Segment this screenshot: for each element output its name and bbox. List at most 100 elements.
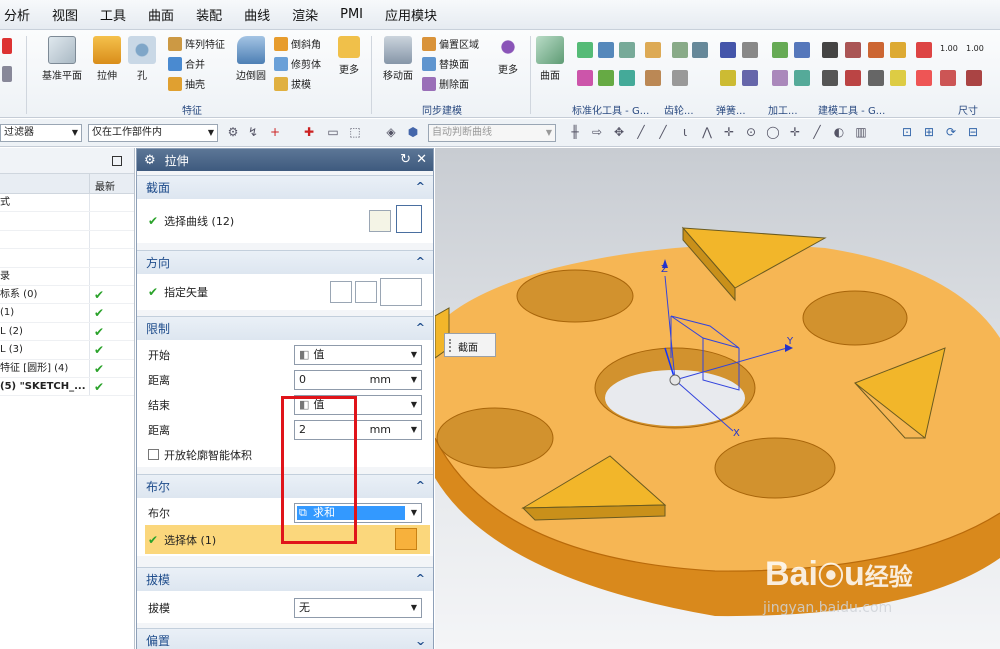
scope-filter-select[interactable]: 仅在工作部件内 ▼ — [88, 124, 218, 142]
gc-tool-4-icon[interactable] — [577, 70, 593, 86]
navigator-row[interactable] — [0, 249, 134, 268]
maximize-icon[interactable] — [112, 156, 122, 166]
shell-button[interactable]: 抽壳 — [168, 76, 205, 91]
start-type-select[interactable]: ◧ 值 ▼ — [294, 344, 422, 365]
vector-type-select[interactable] — [380, 278, 422, 306]
navigator-row[interactable]: 录 — [0, 267, 134, 286]
snap-line-icon[interactable]: ╱ — [634, 125, 648, 139]
snap-end-icon[interactable]: ╫ — [568, 125, 582, 139]
snap-face-icon[interactable]: ▥ — [854, 125, 868, 139]
gc-tool-6-icon[interactable] — [619, 70, 635, 86]
curve-rule-select[interactable]: 自动判断曲线 ▼ — [428, 124, 556, 142]
edge-blend-button[interactable]: 边倒圆 — [232, 36, 270, 82]
snap-tangent-icon[interactable]: ╱ — [656, 125, 670, 139]
more-sync-button[interactable]: 更多 — [494, 36, 522, 76]
snap-point-on-curve-icon[interactable]: ✛ — [788, 125, 802, 139]
menu-assembly[interactable]: 装配 — [196, 5, 222, 24]
trim-body-button[interactable]: 修剪体 — [274, 56, 321, 71]
navigator-row[interactable]: 特征 [圆形] (4) ✔ — [0, 359, 134, 378]
select-mode-icon[interactable]: ↯ — [246, 125, 260, 139]
snap-quadrant-icon[interactable]: ◯ — [766, 125, 780, 139]
chevron-down-icon[interactable]: ▼ — [411, 421, 417, 439]
offset-region-button[interactable]: 偏置区域 — [422, 36, 479, 51]
more-features-button[interactable]: 更多 — [336, 36, 362, 76]
close-icon[interactable]: ✕ — [416, 152, 427, 167]
navigator-row[interactable] — [0, 212, 134, 231]
machining-tool-4-icon[interactable] — [794, 70, 810, 86]
gear-icon[interactable]: ⚙ — [144, 153, 156, 168]
menu-surface[interactable]: 曲面 — [148, 5, 174, 24]
curve-section-icon[interactable] — [396, 205, 422, 233]
fit-view-icon[interactable]: ⊡ — [900, 125, 914, 139]
menu-view[interactable]: 视图 — [52, 5, 78, 24]
gc-tool-1-icon[interactable] — [577, 42, 593, 58]
dimension-tool-2-icon[interactable] — [916, 70, 932, 86]
surface-button[interactable]: 曲面 — [536, 36, 564, 82]
extrude-button[interactable]: 拉伸 — [90, 36, 124, 82]
render-style-icon[interactable]: ⊟ — [966, 125, 980, 139]
modeling-tool-3-icon[interactable] — [868, 42, 884, 58]
draft-button[interactable]: 拔模 — [274, 76, 311, 91]
navigator-row[interactable]: (1) ✔ — [0, 304, 134, 323]
snap-center-icon[interactable]: ⊙ — [744, 125, 758, 139]
part-model[interactable]: Z Y X — [435, 148, 1000, 649]
section-header[interactable]: 截面 ^ — [137, 175, 433, 199]
machining-tool-1-icon[interactable] — [772, 42, 788, 58]
menu-pmi[interactable]: PMI — [340, 7, 363, 22]
replace-face-button[interactable]: 替换面 — [422, 56, 469, 71]
spring-tool-2-icon[interactable] — [742, 42, 758, 58]
gear-tool-3-icon[interactable] — [672, 70, 688, 86]
menu-render[interactable]: 渲染 — [292, 5, 318, 24]
navigator-row[interactable]: L (2) ✔ — [0, 322, 134, 342]
curve-icon[interactable] — [2, 66, 12, 82]
collapse-caret-icon[interactable]: ^ — [416, 572, 425, 585]
type-filter-select[interactable]: 过滤器 ▼ — [0, 124, 82, 142]
section-tooltip[interactable]: 截面 — [444, 333, 496, 357]
modeling-tool-2-icon[interactable] — [845, 42, 861, 58]
gear-tool-1-icon[interactable] — [672, 42, 688, 58]
collapse-caret-icon[interactable]: ^ — [416, 321, 425, 334]
snap-point-icon[interactable]: + — [268, 125, 282, 139]
gear-tool-2-icon[interactable] — [692, 42, 708, 58]
select-intersect-icon[interactable]: ✚ — [302, 125, 316, 139]
snap-control-icon[interactable]: ✥ — [612, 125, 626, 139]
modeling-tool-8-icon[interactable] — [890, 70, 906, 86]
modeling-tool-6-icon[interactable] — [845, 70, 861, 86]
navigator-row[interactable]: L (3) ✔ — [0, 341, 134, 360]
datum-plane-button[interactable]: 基准平面 — [36, 36, 88, 82]
gc-tool-7-icon[interactable] — [645, 42, 661, 58]
collapse-caret-icon[interactable]: ^ — [416, 180, 425, 193]
snap-existing-point-icon[interactable]: ╱ — [810, 125, 824, 139]
rotate-view-icon[interactable]: ⟳ — [944, 125, 958, 139]
unite-button[interactable]: 合并 — [168, 56, 205, 71]
snap-bisect-icon[interactable]: ⋀ — [700, 125, 714, 139]
sketch-section-icon[interactable] — [369, 210, 391, 232]
direction-header[interactable]: 方向 ^ — [137, 250, 433, 274]
gc-tool-3-icon[interactable] — [619, 42, 635, 58]
spring-tool-4-icon[interactable] — [742, 70, 758, 86]
select-body-icon[interactable] — [395, 528, 417, 550]
snap-mid-icon[interactable]: ⇨ — [590, 125, 604, 139]
gc-tool-5-icon[interactable] — [598, 70, 614, 86]
spring-tool-3-icon[interactable] — [720, 70, 736, 86]
lasso-select-icon[interactable]: ⬚ — [348, 125, 362, 139]
vector-dialog-icon[interactable] — [355, 281, 377, 303]
open-profile-checkbox[interactable] — [148, 449, 159, 460]
draft-select[interactable]: 无 ▼ — [294, 597, 422, 618]
limits-header[interactable]: 限制 ^ — [137, 316, 433, 340]
dimension-value-1[interactable]: 1.00 — [940, 44, 958, 53]
pattern-feature-button[interactable]: 阵列特征 — [168, 36, 225, 51]
menu-curve[interactable]: 曲线 — [244, 5, 270, 24]
drag-handle-icon[interactable] — [449, 339, 453, 352]
collapse-caret-icon[interactable]: ^ — [416, 479, 425, 492]
dimension-tool-3-icon[interactable] — [940, 70, 956, 86]
select-curve-row[interactable]: ✔ 选择曲线 (12) — [137, 199, 433, 243]
collapse-caret-icon[interactable]: ^ — [416, 255, 425, 268]
navigator-row[interactable]: 标系 (0) ✔ — [0, 285, 134, 305]
sketch-icon[interactable] — [2, 38, 12, 54]
modeling-tool-1-icon[interactable] — [822, 42, 838, 58]
reverse-direction-icon[interactable] — [330, 281, 352, 303]
dimension-value-2[interactable]: 1.00 — [966, 44, 984, 53]
move-face-button[interactable]: 移动面 — [380, 36, 416, 82]
rectangle-select-icon[interactable]: ▭ — [326, 125, 340, 139]
